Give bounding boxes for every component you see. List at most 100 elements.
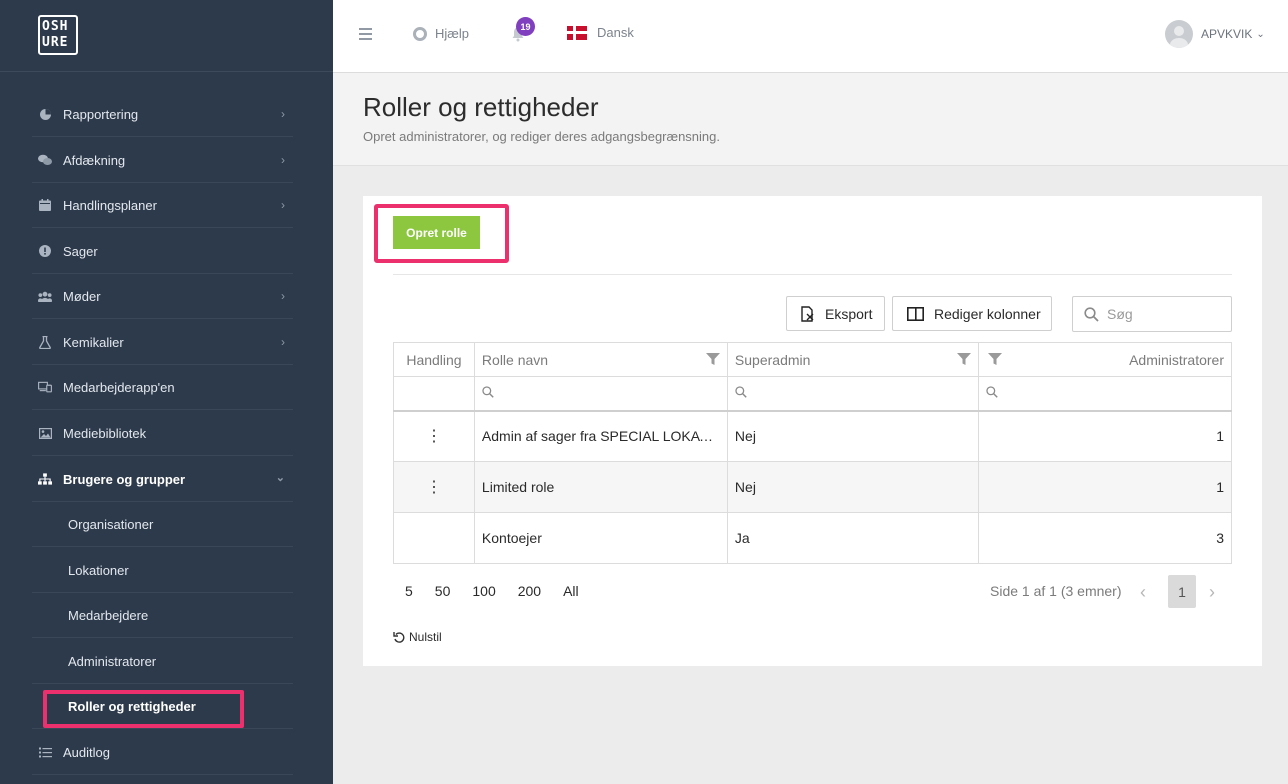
page-size-option[interactable]: 200: [518, 583, 541, 599]
sidebar-subitem-medarbejdere[interactable]: Medarbejdere: [32, 593, 293, 638]
chevron-right-icon: ›: [281, 107, 285, 121]
chevron-right-icon: ›: [281, 335, 285, 349]
topbar: Hjælp 19 Dansk APVKVIK ⌄: [333, 0, 1288, 73]
filter-funnel-icon[interactable]: [705, 352, 720, 366]
search-icon: [482, 386, 494, 398]
sidebar-item-label: Kemikalier: [63, 334, 124, 350]
column-header-administratorer[interactable]: Administratorer: [977, 342, 1233, 377]
sidebar-item-label: Sager: [63, 243, 98, 259]
sidebar-item-label: Medarbejderapp'en: [63, 379, 175, 395]
column-header-superadmin[interactable]: Superadmin: [726, 342, 979, 377]
chevron-down-icon: ⌄: [275, 472, 285, 484]
export-label: Eksport: [825, 305, 873, 322]
cell-rolle-navn: Limited role: [473, 461, 728, 513]
cell-administratorer: 1: [977, 410, 1233, 462]
sidebar-item-sager[interactable]: Sager: [32, 229, 293, 274]
user-menu[interactable]: APVKVIK ⌄: [1165, 20, 1265, 48]
reset-button[interactable]: Nulstil: [393, 630, 442, 644]
sidebar-item-auditlog[interactable]: Auditlog: [32, 730, 293, 775]
table-row[interactable]: ⋮ Limited role Nej 1: [393, 461, 1233, 513]
reset-label: Nulstil: [409, 630, 442, 644]
users-group-icon: [38, 289, 52, 303]
cell-text: Admin af sager fra SPECIAL LOKATION: [481, 428, 720, 445]
highlight-box-create: [374, 204, 509, 263]
filter-row: [393, 376, 1233, 412]
page-subtitle: Opret administratorer, og rediger deres …: [363, 129, 720, 144]
sidebar-item-label: Møder: [63, 288, 101, 304]
export-button[interactable]: Eksport: [786, 296, 885, 331]
page-size-option[interactable]: 5: [405, 583, 413, 599]
page-size-option[interactable]: 50: [435, 583, 451, 599]
cell-superadmin: Nej: [726, 410, 979, 462]
filter-input-superadmin[interactable]: [726, 376, 979, 412]
columns-icon: [907, 306, 924, 321]
table-row[interactable]: ⋮ Admin af sager fra SPECIAL LOKATION Ne…: [393, 410, 1233, 462]
export-file-icon: [801, 305, 815, 322]
search-icon: [735, 386, 747, 398]
sidebar-item-medarbejderapp[interactable]: Medarbejderapp'en: [32, 365, 293, 410]
alert-circle-icon: [38, 244, 52, 258]
roles-table: Handling Rolle navn Superadmin Administr…: [393, 342, 1233, 564]
filter-input-rolle-navn[interactable]: [473, 376, 728, 412]
sidebar-item-label: Auditlog: [63, 744, 110, 760]
sidebar-subitem-label: Administratorer: [68, 653, 157, 669]
sidebar-item-brugere-og-grupper[interactable]: Brugere og grupper ⌄: [32, 457, 293, 502]
filter-cell-empty: [393, 376, 475, 412]
edit-columns-button[interactable]: Rediger kolonner: [892, 296, 1052, 331]
sidebar-subitem-lokationer[interactable]: Lokationer: [32, 548, 293, 593]
help-link[interactable]: Hjælp: [413, 26, 469, 41]
filter-funnel-icon[interactable]: [956, 352, 971, 366]
row-actions-menu[interactable]: ⋮: [393, 410, 475, 462]
row-actions-menu: [393, 512, 475, 564]
sidebar-subitem-administratorer[interactable]: Administratorer: [32, 639, 293, 684]
sidebar-item-label: Mediebibliotek: [63, 425, 147, 441]
divider: [393, 274, 1232, 275]
page-size-option[interactable]: 100: [472, 583, 495, 599]
cell-superadmin: Nej: [726, 461, 979, 513]
sidebar-subitem-label: Organisationer: [68, 516, 154, 532]
sidebar-subitem-organisationer[interactable]: Organisationer: [32, 502, 293, 547]
sidebar-item-kemikalier[interactable]: Kemikalier ›: [32, 320, 293, 365]
search-placeholder: Søg: [1107, 306, 1133, 322]
page-size-option[interactable]: All: [563, 583, 579, 599]
list-icon: [38, 745, 52, 759]
page-title: Roller og rettigheder: [363, 92, 599, 122]
sidebar-subitem-label: Lokationer: [68, 562, 129, 578]
filter-input-administratorer[interactable]: [977, 376, 1233, 412]
hamburger-menu-icon[interactable]: [359, 28, 372, 40]
cell-superadmin: Ja: [726, 512, 979, 564]
cell-administratorer: 3: [977, 512, 1233, 564]
sidebar-item-moeder[interactable]: Møder ›: [32, 274, 293, 319]
chevron-right-icon[interactable]: ›: [1209, 582, 1215, 603]
roles-card: Opret rolle Eksport Rediger kolonner Søg…: [363, 196, 1262, 666]
language-selector[interactable]: Dansk: [567, 25, 634, 40]
help-label: Hjælp: [435, 26, 469, 41]
language-label: Dansk: [597, 25, 634, 40]
column-header-label: Administratorer: [1129, 351, 1224, 368]
logo-area: OSH URE: [0, 0, 333, 72]
search-input[interactable]: Søg: [1072, 296, 1232, 332]
pie-chart-icon: [38, 107, 52, 121]
sidebar-item-afdaekning[interactable]: Afdækning ›: [32, 138, 293, 183]
sidebar-item-label: Rapportering: [63, 106, 139, 122]
row-actions-menu[interactable]: ⋮: [393, 461, 475, 513]
sidebar-item-handlingsplaner[interactable]: Handlingsplaner ›: [32, 183, 293, 228]
org-chart-icon: [38, 472, 52, 486]
sidebar-item-label: Handlingsplaner: [63, 197, 157, 213]
filter-funnel-icon[interactable]: [987, 352, 1002, 366]
chevron-down-icon: ⌄: [1256, 28, 1265, 40]
chevron-left-icon[interactable]: ‹: [1140, 582, 1146, 603]
notification-badge[interactable]: 19: [516, 17, 535, 36]
sidebar-item-mediebibliotek[interactable]: Mediebibliotek: [32, 411, 293, 456]
oshure-logo[interactable]: OSH URE: [38, 15, 78, 55]
table-row[interactable]: Kontoejer Ja 3: [393, 512, 1233, 564]
cell-text: Limited role: [481, 479, 555, 495]
pager-info: Side 1 af 1 (3 emner): [990, 583, 1122, 599]
logo-text-top: OSH: [42, 19, 69, 34]
sidebar-item-rapportering[interactable]: Rapportering ›: [32, 92, 293, 137]
chevron-right-icon: ›: [281, 198, 285, 212]
danish-flag-icon: [567, 25, 587, 40]
page-number-button[interactable]: 1: [1168, 575, 1196, 608]
column-header-rolle-navn[interactable]: Rolle navn: [473, 342, 728, 377]
cell-text: Kontoejer: [481, 530, 542, 546]
